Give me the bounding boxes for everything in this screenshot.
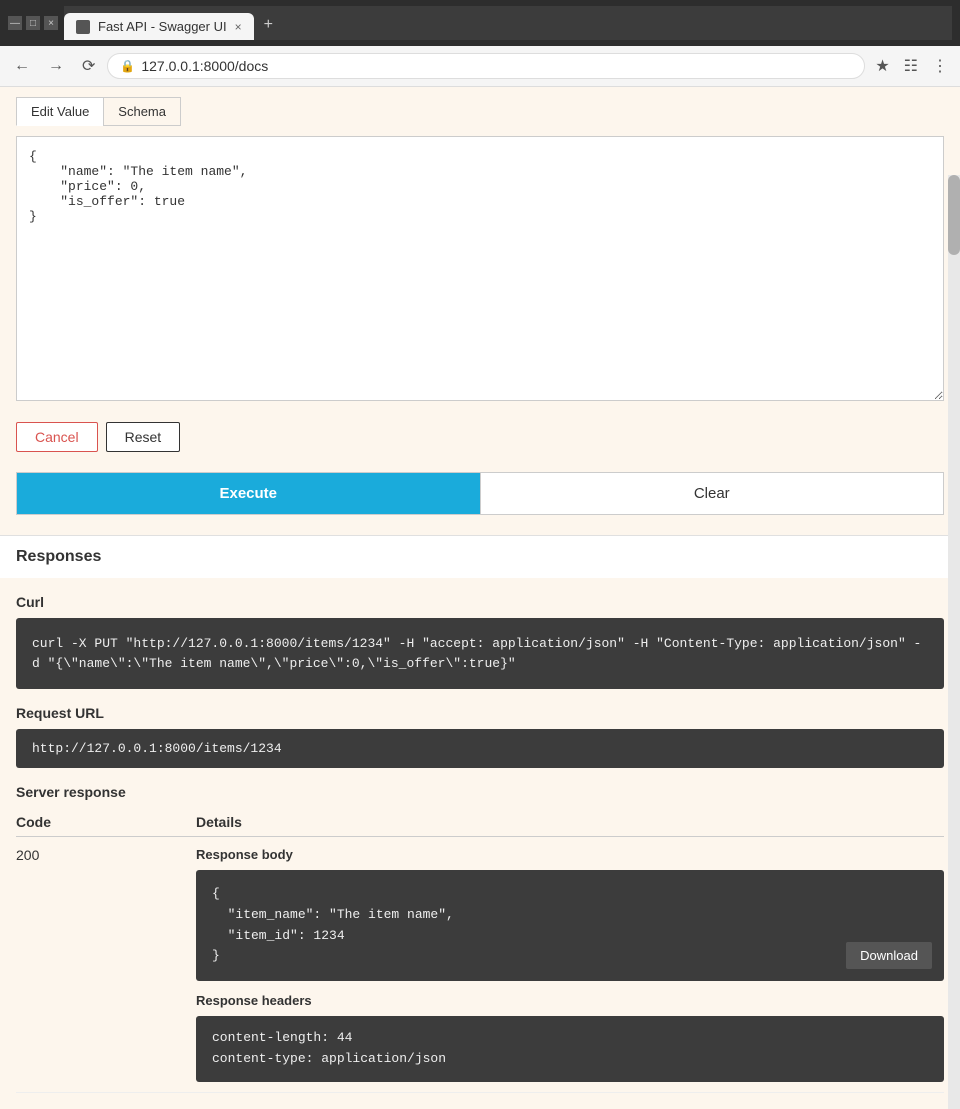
bookmark-button[interactable]: ★ xyxy=(871,52,893,80)
forward-button[interactable]: → xyxy=(42,53,70,79)
headers-value: content-length: 44 content-type: applica… xyxy=(196,1016,944,1082)
close-button[interactable]: × xyxy=(44,16,58,30)
response-body-label: Response body xyxy=(196,847,944,862)
server-response-title: Server response xyxy=(16,784,944,800)
table-row: 200 Response body { "item_name": "The it… xyxy=(16,837,944,1093)
tab-close-button[interactable]: × xyxy=(235,20,242,34)
details-header: Details xyxy=(196,808,944,837)
maximize-button[interactable]: □ xyxy=(26,16,40,30)
scrollbar[interactable] xyxy=(948,175,960,1109)
browser-tab[interactable]: Fast API - Swagger UI × xyxy=(64,13,254,40)
request-url-label: Request URL xyxy=(16,705,944,721)
menu-button[interactable]: ⋮ xyxy=(928,52,952,80)
address-text: 127.0.0.1:8000/docs xyxy=(141,58,852,74)
extensions-button[interactable]: ☷ xyxy=(900,52,922,80)
address-bar[interactable]: 🔒 127.0.0.1:8000/docs xyxy=(107,53,865,79)
tab-schema[interactable]: Schema xyxy=(103,97,181,126)
lock-icon: 🔒 xyxy=(120,59,135,73)
new-tab-button[interactable]: + xyxy=(254,10,283,40)
cancel-button[interactable]: Cancel xyxy=(16,422,98,452)
code-header: Code xyxy=(16,808,196,837)
execute-button[interactable]: Execute xyxy=(17,473,480,514)
curl-value: curl -X PUT "http://127.0.0.1:8000/items… xyxy=(16,618,944,689)
request-url-value: http://127.0.0.1:8000/items/1234 xyxy=(16,729,944,768)
clear-button[interactable]: Clear xyxy=(480,473,944,514)
status-code: 200 xyxy=(16,837,196,1093)
response-table: Code Details 200 Response body { "item_n… xyxy=(16,808,944,1093)
tab-favicon xyxy=(76,20,90,34)
download-button[interactable]: Download xyxy=(846,942,932,969)
response-details: Response body { "item_name": "The item n… xyxy=(196,837,944,1093)
tab-edit-value[interactable]: Edit Value xyxy=(16,97,103,126)
curl-label: Curl xyxy=(16,594,944,610)
response-body-value: { "item_name": "The item name", "item_id… xyxy=(196,870,944,981)
reload-button[interactable]: ⟳ xyxy=(76,52,101,80)
responses-title: Responses xyxy=(16,548,944,566)
json-body-textarea[interactable]: { "name": "The item name", "price": 0, "… xyxy=(16,136,944,401)
scrollbar-thumb[interactable] xyxy=(948,175,960,255)
response-headers-label: Response headers xyxy=(196,993,944,1008)
back-button[interactable]: ← xyxy=(8,53,36,79)
minimize-button[interactable]: — xyxy=(8,16,22,30)
reset-button[interactable]: Reset xyxy=(106,422,181,452)
tab-title: Fast API - Swagger UI xyxy=(98,19,227,34)
